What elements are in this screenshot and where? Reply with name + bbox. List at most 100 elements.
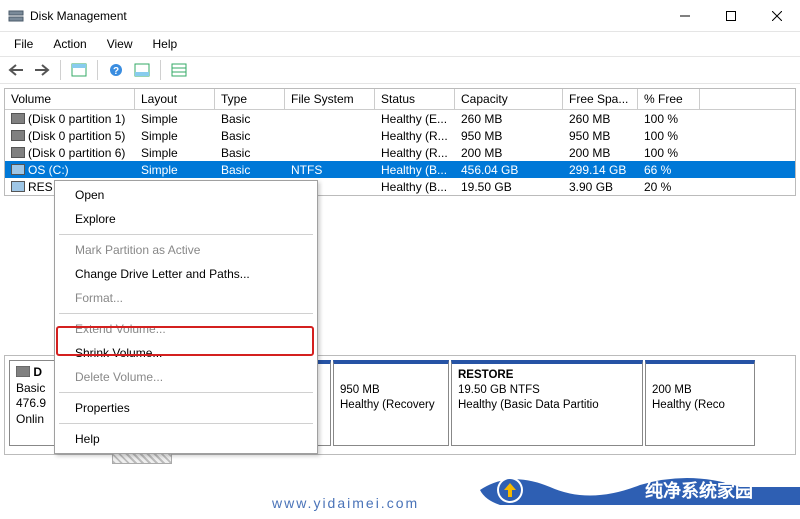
menubar: File Action View Help [0,32,800,56]
disk-type: Basic [16,381,45,395]
cell: (Disk 0 partition 6) [5,144,135,161]
disk-vol-2[interactable]: RESTORE 19.50 GB NTFS Healthy (Basic Dat… [451,360,643,446]
list-button[interactable] [167,59,191,81]
disk-label: D [33,365,42,379]
vol2-size: 19.50 GB NTFS [458,384,540,396]
svg-text:?: ? [113,66,119,77]
volume-row[interactable]: (Disk 0 partition 6)SimpleBasic Healthy (… [5,144,795,161]
vol2-status: Healthy (Basic Data Partitio [458,399,599,411]
menu-action[interactable]: Action [45,35,94,53]
col-status[interactable]: Status [375,89,455,109]
partition-icon [11,147,25,158]
ctx-shrink-volume[interactable]: Shrink Volume... [57,341,315,365]
watermark: 纯净系统家园 www.yidaimei.com [0,467,800,513]
cell: 200 MB [455,144,563,161]
watermark-brand: 纯净系统家园 [645,480,753,501]
cell: Healthy (E... [375,110,455,127]
vol1-size: 950 MB [340,384,380,396]
volume-row[interactable]: OS (C:)SimpleBasicNTFSHealthy (B...456.0… [5,161,795,178]
separator [60,60,61,80]
volume-row[interactable]: (Disk 0 partition 5)SimpleBasicHealthy (… [5,127,795,144]
cell: 260 MB [455,110,563,127]
cell: Simple [135,144,215,161]
cell: Basic [215,110,285,127]
disk-status: Onlin [16,412,44,426]
separator [160,60,161,80]
col-pctfree[interactable]: % Free [638,89,700,109]
app-icon [8,8,24,24]
cell: 950 MB [455,127,563,144]
toolbar: ? [0,56,800,84]
cell: 950 MB [563,127,638,144]
cell: Healthy (R... [375,144,455,161]
help-button[interactable]: ? [104,59,128,81]
drive-icon [11,164,25,175]
col-layout[interactable]: Layout [135,89,215,109]
partition-icon [11,113,25,124]
ctx-change-letter[interactable]: Change Drive Letter and Paths... [57,262,315,286]
drive-icon [11,181,25,192]
cell: 66 % [638,161,700,178]
cell: Simple [135,161,215,178]
back-button[interactable] [4,59,28,81]
minimize-button[interactable] [662,0,708,32]
disk-size: 476.9 [16,396,46,410]
cell: Basic [215,144,285,161]
col-capacity[interactable]: Capacity [455,89,563,109]
col-type[interactable]: Type [215,89,285,109]
cell: Simple [135,127,215,144]
cell: 20 % [638,178,700,195]
vol3-status: Healthy (Reco [652,399,725,411]
vol1-status: Healthy (Recovery [340,399,435,411]
cell [285,144,375,161]
maximize-button[interactable] [708,0,754,32]
cell: 299.14 GB [563,161,638,178]
cell: 19.50 GB [455,178,563,195]
ctx-format: Format... [57,286,315,310]
view-bottom-button[interactable] [130,59,154,81]
separator [59,234,313,235]
cell: 100 % [638,127,700,144]
disk-vol-1[interactable]: 950 MB Healthy (Recovery [333,360,449,446]
partition-icon [11,130,25,141]
ctx-help[interactable]: Help [57,427,315,451]
ctx-explore[interactable]: Explore [57,207,315,231]
cell: Healthy (B... [375,178,455,195]
view-top-button[interactable] [67,59,91,81]
cell: (Disk 0 partition 5) [5,127,135,144]
ctx-delete-volume: Delete Volume... [57,365,315,389]
cell: Healthy (B... [375,161,455,178]
titlebar: Disk Management [0,0,800,32]
ctx-open[interactable]: Open [57,183,315,207]
cell: 260 MB [563,110,638,127]
window-title: Disk Management [30,9,662,23]
cell: Basic [215,127,285,144]
cell: (Disk 0 partition 1) [5,110,135,127]
cell: 100 % [638,110,700,127]
menu-help[interactable]: Help [145,35,186,53]
menu-view[interactable]: View [99,35,141,53]
volume-row[interactable]: (Disk 0 partition 1)SimpleBasicHealthy (… [5,110,795,127]
ctx-mark-active: Mark Partition as Active [57,238,315,262]
cell [285,127,375,144]
disk-vol-3[interactable]: 200 MB Healthy (Reco [645,360,755,446]
window-controls [662,0,800,32]
ctx-properties[interactable]: Properties [57,396,315,420]
column-headers: Volume Layout Type File System Status Ca… [5,89,795,110]
vol2-name: RESTORE [458,369,513,381]
menu-file[interactable]: File [6,35,41,53]
separator [97,60,98,80]
separator [59,392,313,393]
col-volume[interactable]: Volume [5,89,135,109]
col-freespace[interactable]: Free Spa... [563,89,638,109]
separator [59,423,313,424]
cell [285,110,375,127]
context-menu: Open Explore Mark Partition as Active Ch… [54,180,318,454]
vol3-size: 200 MB [652,384,692,396]
close-button[interactable] [754,0,800,32]
cell: 3.90 GB [563,178,638,195]
ctx-extend-volume: Extend Volume... [57,317,315,341]
cell: 200 MB [563,144,638,161]
col-filesystem[interactable]: File System [285,89,375,109]
forward-button[interactable] [30,59,54,81]
